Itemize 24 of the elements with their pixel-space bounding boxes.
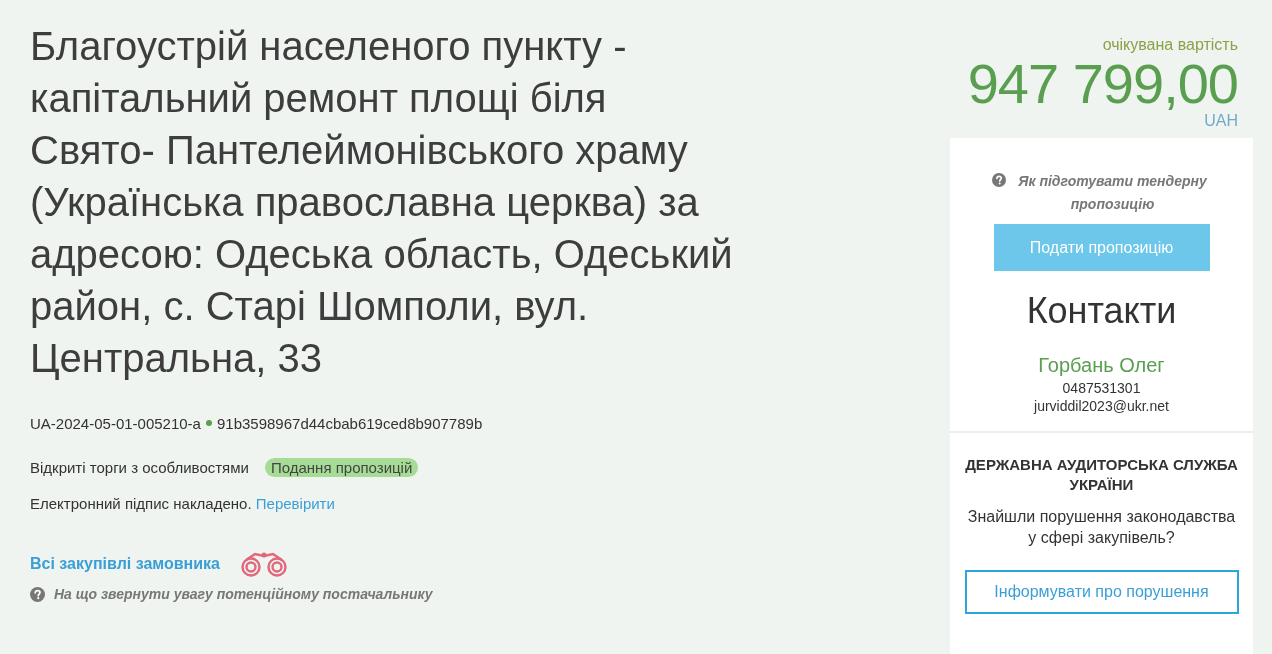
help-icon [991, 173, 1006, 187]
binoculars-icon [239, 551, 288, 577]
procedure-type: Відкриті торги з особливостями [30, 458, 249, 476]
help-icon [30, 586, 45, 602]
audit-service-title: ДЕРЖАВНА АУДИТОРСЬКА СЛУЖБА УКРАЇНИ [964, 455, 1239, 495]
customer-tenders-link[interactable]: Всі закупівлі замовника [30, 555, 220, 573]
contact-email: jurviddil2023@ukr.net [1034, 397, 1169, 415]
submit-bid-button[interactable]: Подати пропозицію [993, 224, 1210, 271]
report-violation-button[interactable]: Інформувати про порушення [964, 570, 1239, 614]
audit-question: Знайшли порушення законодавства у сфері закупівель? [966, 507, 1237, 548]
contact-phone: 0487531301 [1062, 379, 1141, 397]
status-badge: Подання пропозицій [264, 457, 419, 477]
contact-name: Горбань Олег [1038, 353, 1165, 378]
status-dot-icon [205, 420, 212, 426]
expected-price-label: очікувана вартість [1101, 35, 1238, 55]
tender-title: Благоустрій населеного пункту - капітальний ремонт площі біля Свято- Пантелеймонівського храму (Українська православна церква) за адресою: Одеська область, Одеський район, с. Старі Шомполи, вул. Центральна, 33 [30, 23, 734, 382]
bid-guide-link[interactable]: Як підготувати тендерну пропозицію [1013, 170, 1212, 216]
signature-text: Електронний підпис накладено. Перевірити [30, 494, 336, 514]
contacts-heading: Контакти [1026, 289, 1177, 333]
supplier-hint-link[interactable]: На що звернути увагу потенційному постачальнику [54, 586, 433, 602]
price-currency: UAH [1204, 112, 1238, 130]
tender-id: UA-2024-05-01-005210-a [30, 414, 201, 432]
verify-link[interactable]: Перевірити [255, 495, 335, 512]
tender-hash: 91b3598967d44cbab619ced8b907789b [216, 414, 483, 432]
